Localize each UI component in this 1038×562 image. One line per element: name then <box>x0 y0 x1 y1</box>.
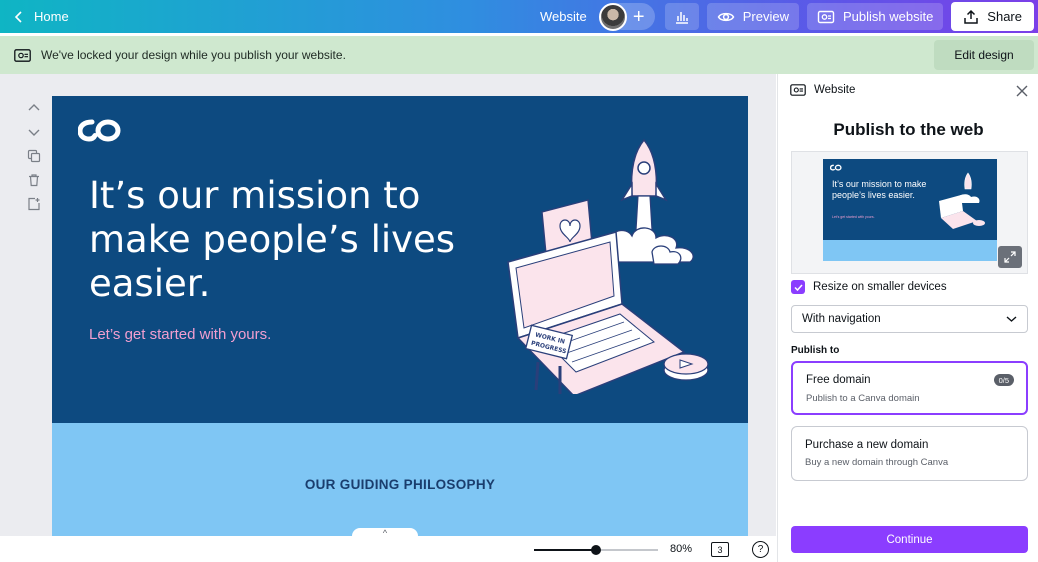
bar-chart-icon <box>675 11 688 24</box>
preview-hero: It’s our mission to make people’s lives … <box>823 159 997 240</box>
resize-checkbox[interactable] <box>791 280 805 294</box>
free-domain-title: Free domain <box>806 374 871 386</box>
help-button[interactable]: ? <box>752 541 769 558</box>
philosophy-section: OUR GUIDING PHILOSOPHY <box>52 423 748 536</box>
move-page-down-button[interactable] <box>24 124 44 140</box>
navigation-select-value: With navigation <box>802 313 881 325</box>
publish-to-label: Publish to <box>791 345 840 356</box>
checkmark-icon <box>793 283 803 291</box>
upload-icon <box>964 9 979 24</box>
preview-headline: It’s our mission to make people’s lives … <box>832 179 927 200</box>
publish-panel: Website Publish to the web It’s our miss… <box>777 74 1038 562</box>
website-icon <box>817 10 835 23</box>
section-heading: OUR GUIDING PHILOSOPHY <box>304 477 496 492</box>
brand-logo-icon <box>830 164 842 171</box>
locked-banner: We've locked your design while you publi… <box>0 36 1038 74</box>
trash-icon <box>29 174 39 187</box>
delete-page-button[interactable] <box>24 172 44 188</box>
panel-header-label: Website <box>814 84 856 96</box>
preview-thumbnail: It’s our mission to make people’s lives … <box>823 159 997 261</box>
zoom-slider-fill <box>534 549 596 551</box>
purchase-domain-description: Buy a new domain through Canva <box>805 457 949 468</box>
free-domain-description: Publish to a Canva domain <box>806 393 920 404</box>
laptop-rocket-illustration: WORK IN PROGRESS <box>507 138 709 394</box>
navigation-select[interactable]: With navigation <box>791 305 1028 333</box>
preview-band <box>823 240 997 261</box>
expand-preview-button[interactable] <box>998 246 1022 268</box>
close-icon[interactable] <box>1014 83 1030 99</box>
eye-icon <box>717 12 735 21</box>
edit-design-button[interactable]: Edit design <box>934 40 1034 70</box>
hero-headline: It’s our mission to make people’s lives … <box>89 174 456 305</box>
top-toolbar: Home Website + Preview Publish website S… <box>0 0 1038 33</box>
hero-subheading: Let’s get started with yours. <box>89 326 272 343</box>
insights-button[interactable] <box>664 3 699 30</box>
preview-label: Preview <box>742 9 789 24</box>
zoom-slider[interactable] <box>534 545 658 555</box>
free-domain-option[interactable]: Free domain Publish to a Canva domain 0/… <box>791 361 1028 415</box>
purchase-domain-title: Purchase a new domain <box>805 439 929 451</box>
add-page-button[interactable] <box>24 196 44 212</box>
chevron-left-icon <box>14 10 22 23</box>
design-title[interactable]: Website <box>540 9 587 24</box>
zoom-slider-handle[interactable] <box>591 545 601 555</box>
collaborators-group[interactable]: + <box>598 2 655 31</box>
hero-section: It’s our mission to make people’s lives … <box>52 96 748 423</box>
chevron-down-icon <box>28 129 40 136</box>
locked-message: We've locked your design while you publi… <box>41 48 346 62</box>
share-button[interactable]: Share <box>951 2 1034 31</box>
home-button[interactable]: Home <box>14 9 69 24</box>
expand-icon <box>1004 251 1016 263</box>
page-tools <box>24 100 44 212</box>
panel-title: Publish to the web <box>833 120 984 139</box>
avatar[interactable] <box>598 2 627 31</box>
preview-subheading: Let’s get started with yours. <box>832 215 875 219</box>
resize-option: Resize on smaller devices <box>791 280 947 294</box>
preview-button[interactable]: Preview <box>706 3 799 30</box>
website-page[interactable]: It’s our mission to make people’s lives … <box>52 96 748 536</box>
chevron-up-icon <box>28 104 40 111</box>
website-preview: It’s our mission to make people’s lives … <box>791 151 1028 274</box>
add-collaborator-button[interactable]: + <box>627 5 651 29</box>
website-icon <box>14 48 31 62</box>
brand-logo-icon <box>78 119 121 142</box>
bottom-status-bar: 80% 3 ? <box>0 536 776 562</box>
move-page-up-button[interactable] <box>24 100 44 116</box>
purchase-domain-option[interactable]: Purchase a new domain Buy a new domain t… <box>791 426 1028 481</box>
zoom-value[interactable]: 80% <box>670 543 692 555</box>
chevron-down-icon <box>1006 316 1017 322</box>
panel-header: Website <box>790 84 855 96</box>
page-count-button[interactable]: 3 <box>711 542 729 557</box>
publish-website-label: Publish website <box>842 9 934 24</box>
home-label: Home <box>34 9 69 24</box>
domain-count-badge: 0/5 <box>993 374 1014 386</box>
website-icon <box>790 84 806 96</box>
resize-label: Resize on smaller devices <box>813 281 947 293</box>
continue-button[interactable]: Continue <box>791 526 1028 553</box>
share-label: Share <box>987 9 1022 24</box>
duplicate-page-button[interactable] <box>24 148 44 164</box>
add-page-icon <box>28 197 40 211</box>
laptop-rocket-illustration <box>939 172 985 229</box>
duplicate-icon <box>27 149 41 163</box>
publish-website-button[interactable]: Publish website <box>806 3 944 30</box>
design-canvas-area: It’s our mission to make people’s lives … <box>0 74 776 536</box>
